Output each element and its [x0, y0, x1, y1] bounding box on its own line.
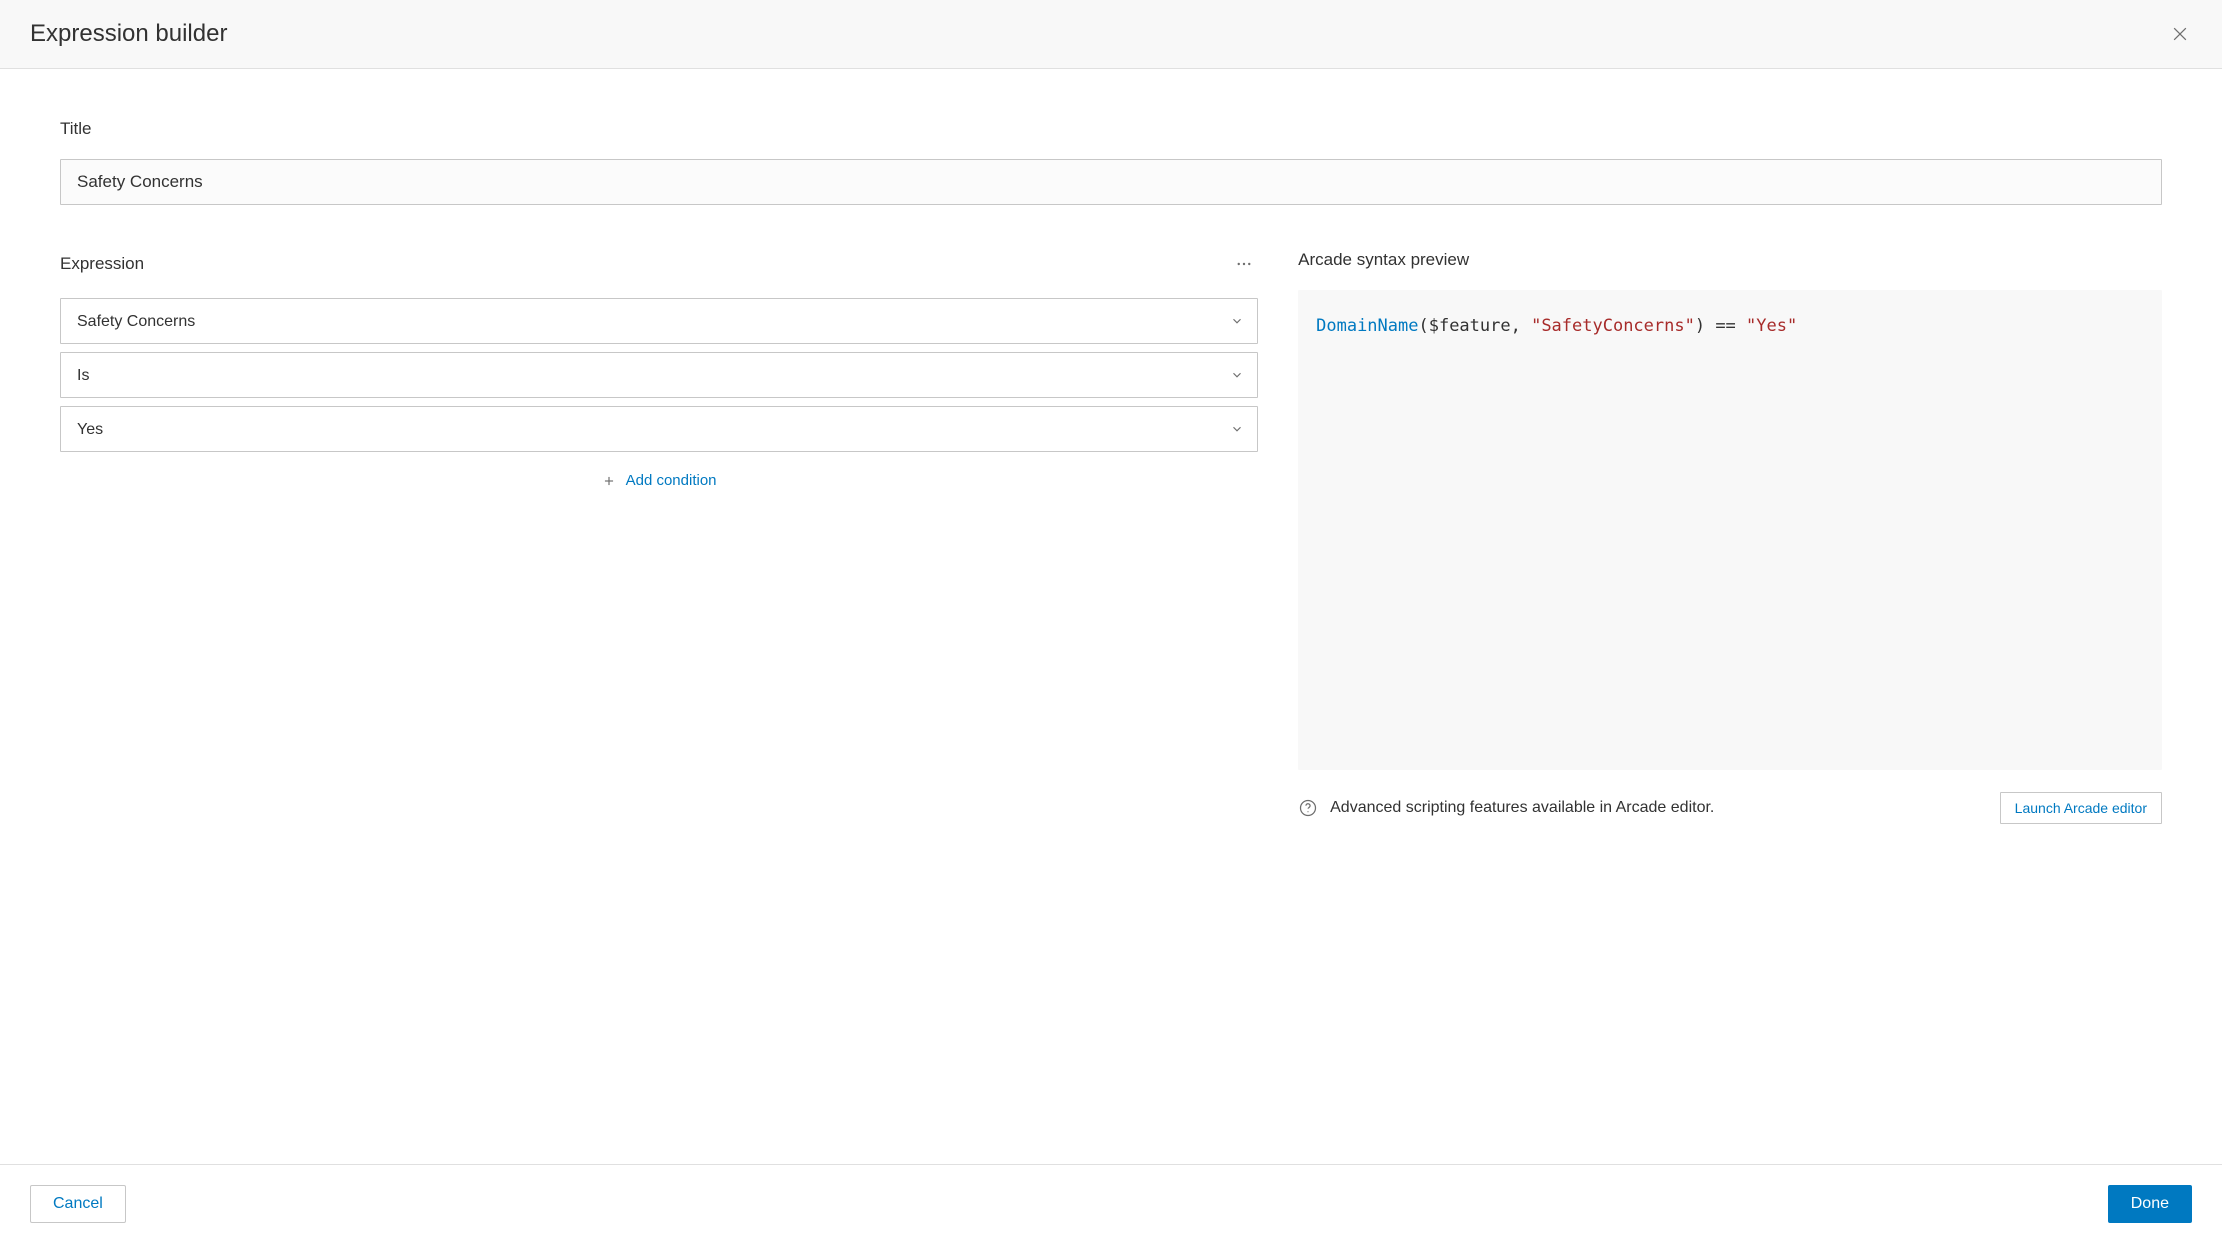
arcade-code-preview: DomainName($feature, "SafetyConcerns") =… [1298, 290, 2162, 770]
operator-select[interactable]: Is [60, 352, 1258, 398]
code-token-function: DomainName [1316, 316, 1418, 336]
expression-label: Expression [60, 254, 144, 274]
done-button[interactable]: Done [2108, 1185, 2192, 1223]
expression-more-button[interactable] [1230, 250, 1258, 278]
modal-body: Title Expression Saf [0, 69, 2222, 1164]
cancel-button[interactable]: Cancel [30, 1185, 126, 1223]
operator-select-wrap: Is [60, 352, 1258, 398]
code-token-string: "SafetyConcerns" [1531, 316, 1695, 336]
title-label: Title [60, 119, 2162, 139]
modal-footer: Cancel Done [0, 1164, 2222, 1243]
field-select[interactable]: Safety Concerns [60, 298, 1258, 344]
value-select[interactable]: Yes [60, 406, 1258, 452]
help-icon [1298, 798, 1318, 818]
expression-column: Expression Safety Concerns [60, 250, 1258, 824]
add-condition-button[interactable]: Add condition [60, 460, 1258, 501]
title-input[interactable] [60, 159, 2162, 205]
add-condition-label: Add condition [626, 472, 717, 489]
expression-builder-modal: Expression builder Title Expression [0, 0, 2222, 1243]
preview-label: Arcade syntax preview [1298, 250, 2162, 270]
modal-title: Expression builder [30, 20, 227, 48]
code-token-string: "Yes" [1746, 316, 1797, 336]
ellipsis-icon [1235, 255, 1253, 273]
code-token-plain: ($feature, [1418, 316, 1531, 336]
close-icon [2170, 24, 2190, 44]
close-button[interactable] [2168, 22, 2192, 46]
code-token-plain: ) == [1695, 316, 1746, 336]
field-select-wrap: Safety Concerns [60, 298, 1258, 344]
preview-info-text: Advanced scripting features available in… [1330, 799, 1714, 817]
modal-header: Expression builder [0, 0, 2222, 69]
plus-icon [602, 474, 616, 488]
preview-column: Arcade syntax preview DomainName($featur… [1298, 250, 2162, 824]
launch-arcade-editor-button[interactable]: Launch Arcade editor [2000, 792, 2162, 824]
value-select-wrap: Yes [60, 406, 1258, 452]
